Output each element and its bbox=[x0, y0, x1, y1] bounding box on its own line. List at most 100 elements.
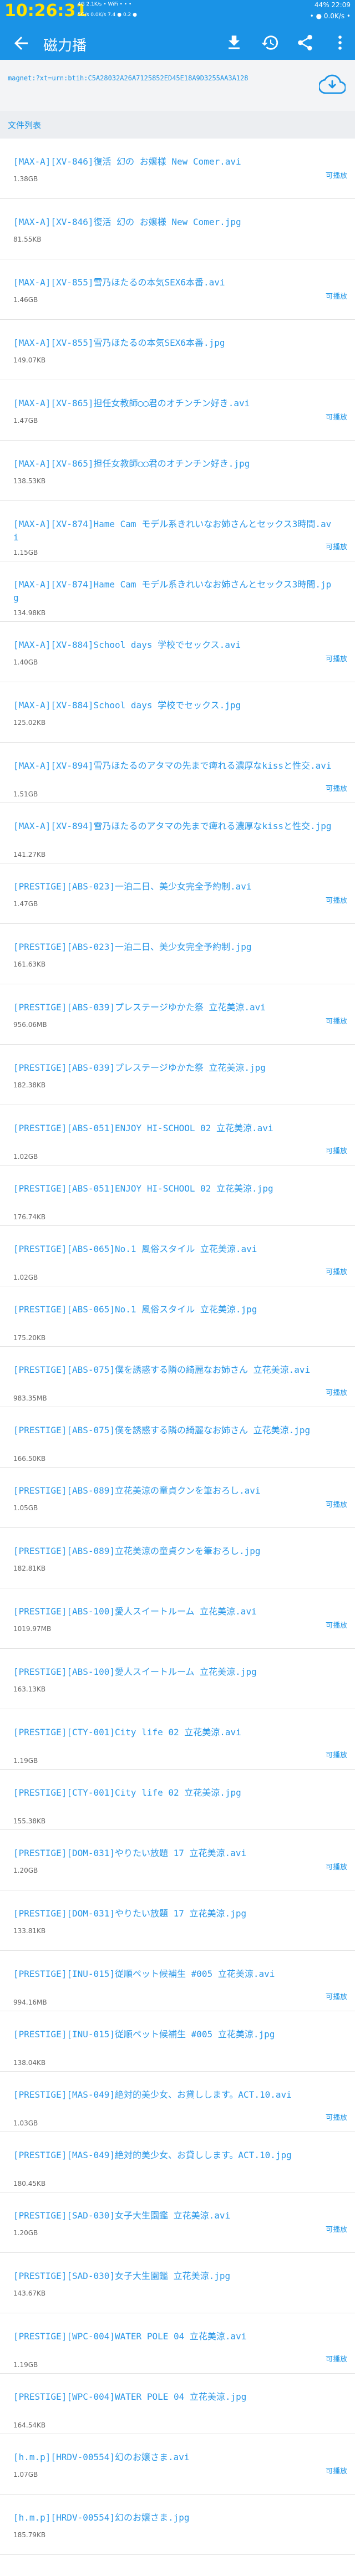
more-options-icon[interactable] bbox=[331, 33, 349, 52]
file-list-item[interactable]: [PRESTIGE][ABS-065]No.1 風俗スタイル 立花美涼.jpg 1… bbox=[0, 1286, 355, 1347]
file-list-item[interactable]: [MAX-A][XV-894]雪乃ほたるのアタマの先まで痺れる濃厚なkissと性… bbox=[0, 743, 355, 803]
file-list-item[interactable]: [MAX-A][XV-855]雪乃ほたるの本気SEX6本番.jpg 149.07K… bbox=[0, 320, 355, 380]
playable-label[interactable]: 可播放 bbox=[326, 2465, 347, 2476]
file-list-item[interactable]: [PRESTIGE][SAD-030]女子大生園鑑 立花美涼.avi 1.20GB… bbox=[0, 2192, 355, 2253]
file-size: 1.02GB bbox=[13, 1153, 38, 1161]
playable-label[interactable]: 可播放 bbox=[326, 783, 347, 793]
file-name: [PRESTIGE][WPC-004]WATER POLE 04 立花美涼.av… bbox=[13, 2331, 247, 2342]
file-list-item[interactable]: [PRESTIGE][INU-015]従順ペット候補生 #005 立花美涼.av… bbox=[0, 1951, 355, 2011]
file-list-item[interactable]: [PRESTIGE][CTY-001]City life 02 立花美涼.jpg… bbox=[0, 1770, 355, 1830]
playable-label[interactable]: 可播放 bbox=[326, 170, 347, 180]
playable-label[interactable]: 可播放 bbox=[326, 290, 347, 301]
file-list-item[interactable]: [h.m.p][HRDV-00554]幻のお嬢さま.avi 1.07GB 可播放 bbox=[0, 2434, 355, 2495]
status-network: • ● 0.0K/s • bbox=[310, 12, 351, 20]
file-name: [MAX-A][XV-894]雪乃ほたるのアタマの先まで痺れる濃厚なkissと性… bbox=[13, 760, 332, 771]
playable-label[interactable]: 可播放 bbox=[326, 1499, 347, 1509]
file-list-item[interactable]: [PRESTIGE][ABS-065]No.1 風俗スタイル 立花美涼.avi 1… bbox=[0, 1226, 355, 1286]
playable-label[interactable]: 可播放 bbox=[326, 2353, 347, 2364]
file-list-item[interactable]: [PRESTIGE][ABS-023]一泊二日、美少女完全予約制.avi 1.47… bbox=[0, 863, 355, 924]
playable-label[interactable]: 可播放 bbox=[326, 1861, 347, 1872]
file-list-item[interactable]: [MAX-A][XV-865]担任女教師◯◯君のオチンチン好き.avi 1.47G… bbox=[0, 380, 355, 441]
file-list-item[interactable]: [PRESTIGE][ABS-051]ENJOY HI-SCHOOL 02 立花… bbox=[0, 1166, 355, 1226]
file-list-item[interactable]: [PRESTIGE][WPC-004]WATER POLE 04 立花美涼.jp… bbox=[0, 2374, 355, 2434]
playable-label[interactable]: 可播放 bbox=[326, 895, 347, 905]
back-arrow-icon[interactable] bbox=[11, 33, 31, 53]
playable-label[interactable]: 可播放 bbox=[326, 541, 347, 551]
file-list-item[interactable]: [PRESTIGE][DOM-031]やりたい放題 17 立花美涼.jpg 133… bbox=[0, 1890, 355, 1951]
playable-label[interactable]: 可播放 bbox=[326, 411, 347, 422]
playable-label[interactable]: 可播放 bbox=[326, 2112, 347, 2122]
file-size: 164.54KB bbox=[13, 2421, 46, 2429]
playable-label[interactable]: 可播放 bbox=[326, 1991, 347, 2001]
file-list-item[interactable]: [PRESTIGE][ABS-075]僕を誘惑する隣の綺麗なお姉さん 立花美涼.… bbox=[0, 1407, 355, 1468]
file-size: 182.38KB bbox=[13, 1081, 46, 1089]
file-size: 143.67KB bbox=[13, 2289, 46, 2297]
file-list-item[interactable]: [PRESTIGE][ABS-089]立花美涼の童貞クンを筆おろし.jpg 182… bbox=[0, 1528, 355, 1588]
download-icon[interactable] bbox=[225, 33, 244, 52]
file-name: [MAX-A][XV-855]雪乃ほたるの本気SEX6本番.avi bbox=[13, 277, 225, 288]
playable-label[interactable]: 可播放 bbox=[326, 1266, 347, 1276]
file-name: [MAX-A][XV-865]担任女教師◯◯君のオチンチン好き.jpg bbox=[13, 458, 250, 469]
file-list-item[interactable]: [PRESTIGE][CTY-001]City life 02 立花美涼.avi… bbox=[0, 1709, 355, 1770]
file-name: [PRESTIGE][INU-015]従順ペット候補生 #005 立花美涼.jp… bbox=[13, 2029, 275, 2040]
file-size: 182.81KB bbox=[13, 1565, 46, 1572]
file-name: [MAX-A][XV-874]Hame Cam モデル系きれいなお姉さんとセック… bbox=[13, 519, 332, 543]
file-name: [MAX-A][XV-855]雪乃ほたるの本気SEX6本番.jpg bbox=[13, 338, 225, 348]
playable-label[interactable]: 可播放 bbox=[326, 1145, 347, 1156]
file-list-header bbox=[0, 111, 355, 139]
file-name: [MAX-A][XV-846]復活 幻の お嬢様 New Comer.jpg bbox=[13, 217, 241, 227]
file-name: [PRESTIGE][DOM-031]やりたい放題 17 立花美涼.avi bbox=[13, 1848, 247, 1858]
file-size: 1.46GB bbox=[13, 296, 38, 304]
file-list-item[interactable]: [PRESTIGE][MAS-049]絶対的美少女、お貸しします。ACT.10.… bbox=[0, 2132, 355, 2192]
file-list-item[interactable]: [PRESTIGE][ABS-100]愛人スイートルーム 立花美涼.jpg 163… bbox=[0, 1649, 355, 1709]
file-list-item[interactable]: [PRESTIGE][ABS-100]愛人スイートルーム 立花美涼.avi 101… bbox=[0, 1588, 355, 1649]
file-name: [PRESTIGE][ABS-100]愛人スイートルーム 立花美涼.avi bbox=[13, 1606, 257, 1617]
file-list-item[interactable]: [PRESTIGE][ABS-075]僕を誘惑する隣の綺麗なお姉さん 立花美涼.… bbox=[0, 1347, 355, 1407]
file-name: [MAX-A][XV-894]雪乃ほたるのアタマの先まで痺れる濃厚なkissと性… bbox=[13, 821, 332, 831]
file-size: 1.47GB bbox=[13, 900, 38, 908]
file-list-item[interactable]: [PRESTIGE][SAD-030]女子大生園鑑 立花美涼.jpg 143.67… bbox=[0, 2253, 355, 2313]
magnet-link-text[interactable]: magnet:?xt=urn:btih:C5A28032A26A7125852E… bbox=[8, 72, 307, 84]
file-list-item[interactable]: [MAX-A][XV-865]担任女教師◯◯君のオチンチン好き.jpg 138.5… bbox=[0, 441, 355, 501]
file-list-item[interactable]: [h.m.p][HRDV-00554]幻のお嬢さま.jpg 185.79KB bbox=[0, 2495, 355, 2555]
file-list-item[interactable]: [MAX-A][XV-855]雪乃ほたるの本気SEX6本番.avi 1.46GB 可… bbox=[0, 259, 355, 320]
file-list-item[interactable]: [MAX-A][XV-846]復活 幻の お嬢様 New Comer.jpg 81… bbox=[0, 199, 355, 259]
playable-label[interactable]: 可播放 bbox=[326, 1015, 347, 1026]
file-list-item[interactable]: [MAX-A][XV-846]復活 幻の お嬢様 New Comer.avi 1.… bbox=[0, 139, 355, 199]
file-name: [PRESTIGE][SAD-030]女子大生園鑑 立花美涼.avi bbox=[13, 2210, 231, 2221]
file-list: [MAX-A][XV-846]復活 幻の お嬢様 New Comer.avi 1.… bbox=[0, 139, 355, 2555]
file-name: [PRESTIGE][ABS-023]一泊二日、美少女完全予約制.jpg bbox=[13, 942, 252, 952]
file-list-item[interactable]: [PRESTIGE][DOM-031]やりたい放題 17 立花美涼.avi 1.2… bbox=[0, 1830, 355, 1890]
file-list-item[interactable]: [PRESTIGE][ABS-039]プレステージゆかた祭 立花美涼.jpg 18… bbox=[0, 1045, 355, 1105]
file-name: [PRESTIGE][ABS-100]愛人スイートルーム 立花美涼.jpg bbox=[13, 1667, 257, 1677]
status-time: 10:26:31 bbox=[4, 1, 88, 21]
file-list-item[interactable]: [MAX-A][XV-894]雪乃ほたるのアタマの先まで痺れる濃厚なkissと性… bbox=[0, 803, 355, 863]
file-list-item[interactable]: [PRESTIGE][ABS-089]立花美涼の童貞クンを筆おろし.avi 1.0… bbox=[0, 1468, 355, 1528]
file-list-item[interactable]: [MAX-A][XV-884]School days 学校でセックス.avi 1.… bbox=[0, 622, 355, 682]
file-list-item[interactable]: [PRESTIGE][ABS-039]プレステージゆかた祭 立花美涼.avi 95… bbox=[0, 984, 355, 1045]
playable-label[interactable]: 可播放 bbox=[326, 2224, 347, 2234]
playable-label[interactable]: 可播放 bbox=[326, 1749, 347, 1760]
file-name: [MAX-A][XV-874]Hame Cam モデル系きれいなお姉さんとセック… bbox=[13, 579, 332, 603]
file-list-header-label: 文件列表 bbox=[8, 120, 42, 130]
file-size: 1019.97MB bbox=[13, 1625, 52, 1633]
file-size: 1.15GB bbox=[13, 549, 38, 556]
playable-label[interactable]: 可播放 bbox=[326, 653, 347, 663]
file-list-item[interactable]: [MAX-A][XV-884]School days 学校でセックス.jpg 12… bbox=[0, 682, 355, 743]
file-list-item[interactable]: [PRESTIGE][INU-015]従順ペット候補生 #005 立花美涼.jp… bbox=[0, 2011, 355, 2072]
file-size: 956.06MB bbox=[13, 1021, 47, 1029]
file-name: [PRESTIGE][ABS-039]プレステージゆかた祭 立花美涼.jpg bbox=[13, 1062, 266, 1073]
file-list-item[interactable]: [PRESTIGE][ABS-051]ENJOY HI-SCHOOL 02 立花… bbox=[0, 1105, 355, 1166]
history-icon[interactable] bbox=[261, 33, 280, 52]
file-size: 138.53KB bbox=[13, 477, 46, 485]
file-list-item[interactable]: [MAX-A][XV-874]Hame Cam モデル系きれいなお姉さんとセック… bbox=[0, 561, 355, 622]
playable-label[interactable]: 可播放 bbox=[326, 1619, 347, 1630]
file-list-item[interactable]: [PRESTIGE][MAS-049]絶対的美少女、お貸しします。ACT.10.… bbox=[0, 2072, 355, 2132]
file-name: [PRESTIGE][ABS-065]No.1 風俗スタイル 立花美涼.jpg bbox=[13, 1304, 257, 1315]
playable-label[interactable]: 可播放 bbox=[326, 1387, 347, 1397]
file-list-item[interactable]: [PRESTIGE][ABS-023]一泊二日、美少女完全予約制.jpg 161.… bbox=[0, 924, 355, 984]
file-list-item[interactable]: [MAX-A][XV-874]Hame Cam モデル系きれいなお姉さんとセック… bbox=[0, 501, 355, 561]
share-icon[interactable] bbox=[296, 33, 315, 52]
file-list-item[interactable]: [PRESTIGE][WPC-004]WATER POLE 04 立花美涼.av… bbox=[0, 2313, 355, 2374]
cloud-download-icon[interactable] bbox=[319, 71, 346, 98]
